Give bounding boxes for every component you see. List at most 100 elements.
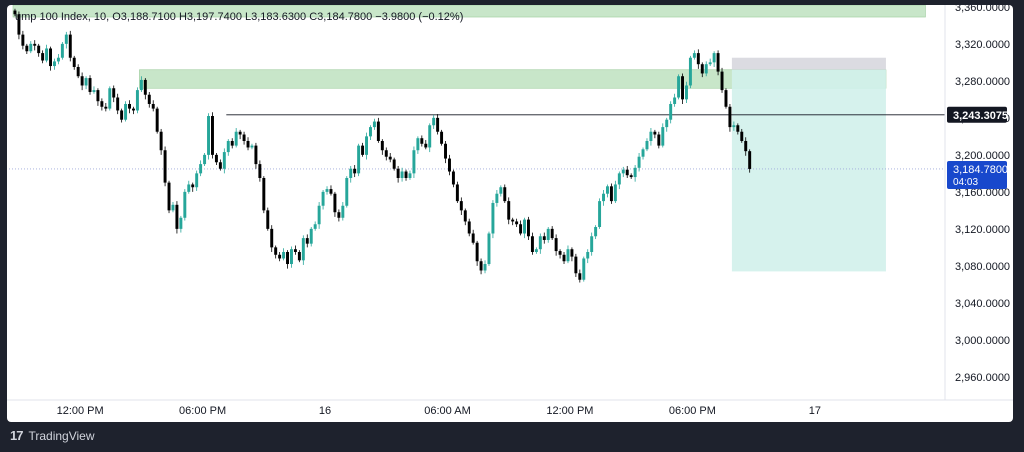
candle <box>29 43 33 52</box>
candle <box>317 205 321 225</box>
candle <box>41 53 45 61</box>
candle <box>203 154 207 165</box>
tradingview-logo-icon: 17 <box>10 428 24 443</box>
candle <box>515 221 519 225</box>
candle <box>440 131 444 144</box>
candle <box>274 247 278 255</box>
candle <box>384 150 388 157</box>
candle <box>696 53 700 65</box>
candle <box>211 116 214 155</box>
candle <box>116 97 120 111</box>
candle <box>372 121 376 128</box>
candle <box>100 101 104 107</box>
candle <box>147 94 151 104</box>
price-chart[interactable]: 3,360.00003,320.00003,280.00003,240.0000… <box>7 5 1013 422</box>
candle <box>218 162 222 169</box>
candle <box>242 134 246 141</box>
candle <box>609 186 613 202</box>
candle <box>408 173 412 178</box>
candle <box>396 168 400 178</box>
candle <box>688 57 692 86</box>
candle <box>266 210 270 229</box>
candle <box>479 261 483 271</box>
candle <box>590 236 594 252</box>
candle <box>602 193 605 202</box>
candle <box>483 264 487 271</box>
candle <box>88 78 92 92</box>
candle <box>677 76 681 98</box>
legend-high: H3,197.7400 <box>178 11 242 23</box>
take-profit-zone <box>731 69 886 272</box>
candle <box>495 193 499 203</box>
candle <box>542 236 546 240</box>
candle <box>475 242 479 262</box>
candle <box>665 119 669 128</box>
candle <box>554 238 558 252</box>
candle <box>349 168 353 178</box>
candle <box>238 131 242 135</box>
symbol-name: ump 100 Index, 10, <box>15 11 110 23</box>
candle <box>297 251 301 261</box>
candle <box>692 53 696 58</box>
candle <box>519 224 523 234</box>
candle <box>420 138 424 144</box>
candle <box>641 149 645 157</box>
candle <box>673 97 677 104</box>
candle <box>471 233 475 243</box>
candle <box>720 71 724 91</box>
candle <box>424 143 428 148</box>
candle <box>716 53 720 72</box>
candle <box>286 251 289 265</box>
candle <box>376 121 380 141</box>
candle <box>538 236 542 250</box>
candle <box>230 140 234 146</box>
candle <box>132 108 135 111</box>
candle <box>527 219 530 237</box>
candle <box>598 201 602 228</box>
candle <box>329 189 333 194</box>
y-tick-label: 3,080.0000 <box>955 261 1010 273</box>
candle <box>33 43 37 46</box>
candle <box>455 184 459 202</box>
candle <box>578 273 582 280</box>
candle <box>685 85 688 100</box>
y-tick-label: 2,960.0000 <box>955 372 1010 384</box>
candle <box>530 236 534 252</box>
candle <box>128 103 131 109</box>
y-tick-label: 3,280.0000 <box>955 76 1010 88</box>
candle <box>412 150 416 174</box>
last-price-label: 3,184.7800 <box>953 164 1008 176</box>
candle <box>736 125 740 132</box>
chart-panel[interactable]: 3,360.00003,320.00003,280.00003,240.0000… <box>7 5 1013 422</box>
candle <box>214 154 218 163</box>
x-tick-label: 12:00 PM <box>546 405 593 417</box>
candle <box>503 187 507 202</box>
candle <box>582 258 586 280</box>
x-tick-label: 17 <box>809 405 821 417</box>
candle <box>246 140 250 148</box>
candle <box>25 45 29 52</box>
candle <box>357 145 361 174</box>
candle <box>744 140 748 152</box>
candle <box>187 184 191 192</box>
candle <box>562 254 566 262</box>
brand-name: TradingView <box>28 428 95 443</box>
candle <box>108 88 112 109</box>
candle <box>341 205 345 218</box>
candle <box>550 228 554 239</box>
x-tick-label: 06:00 AM <box>424 405 470 417</box>
candle <box>179 217 183 229</box>
y-tick-label: 3,320.0000 <box>955 39 1010 51</box>
candle <box>37 45 41 54</box>
candle <box>400 171 404 178</box>
candle <box>183 191 187 218</box>
candle <box>708 62 712 65</box>
candle <box>724 90 728 107</box>
candle <box>523 219 526 234</box>
candle <box>732 125 736 128</box>
candle <box>301 238 305 261</box>
candle <box>574 256 578 274</box>
y-tick-label: 3,360.0000 <box>955 5 1010 14</box>
candle <box>728 106 732 128</box>
candle <box>436 117 440 132</box>
